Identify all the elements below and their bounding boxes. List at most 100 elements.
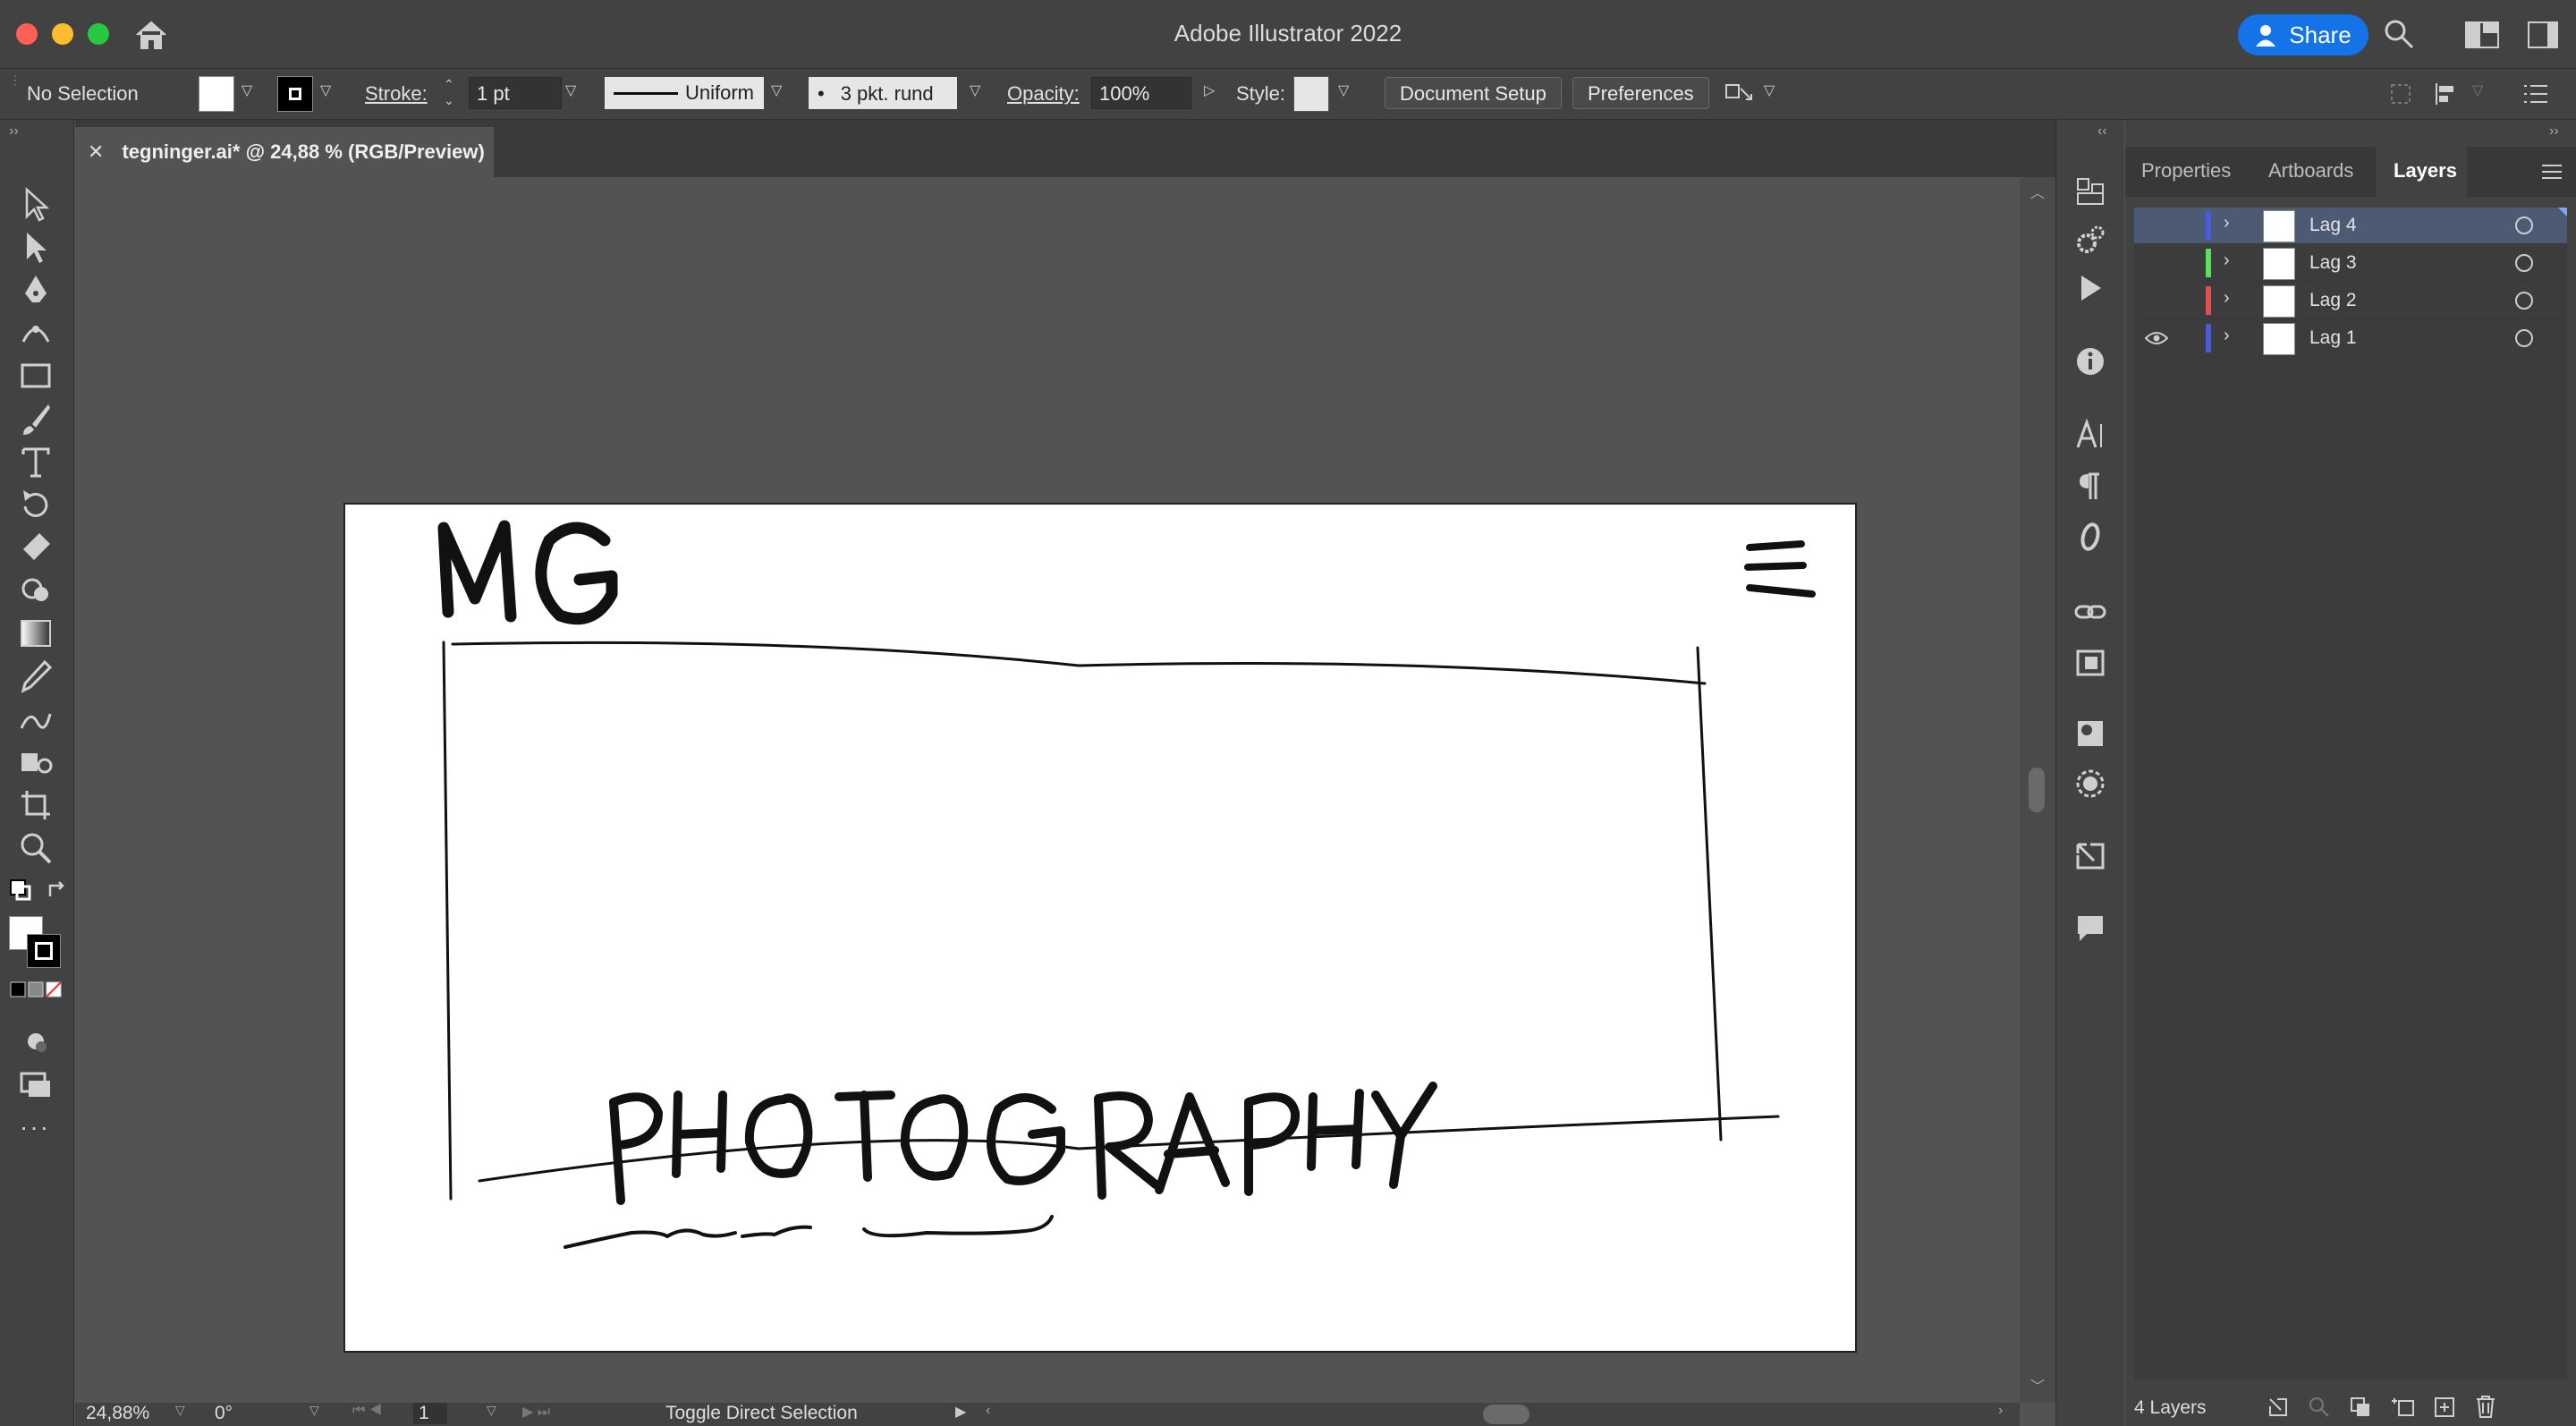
default-fill-stroke-icon[interactable] bbox=[9, 879, 32, 902]
pen-tool-icon[interactable] bbox=[18, 272, 54, 308]
opentype-icon[interactable] bbox=[2072, 519, 2108, 555]
comments-icon[interactable] bbox=[2072, 911, 2108, 946]
stroke-weight-input[interactable]: 1 pt bbox=[469, 77, 562, 109]
layer-name[interactable]: Lag 1 bbox=[2309, 327, 2357, 349]
blend-tool-icon[interactable] bbox=[18, 701, 54, 737]
expand-dock-icon[interactable]: ‹‹ bbox=[2097, 123, 2107, 140]
last-artboard-icon[interactable]: ▶ ⏭ bbox=[522, 1403, 550, 1421]
tab-properties[interactable]: Properties bbox=[2141, 159, 2231, 182]
selection-tool-icon[interactable] bbox=[18, 186, 54, 222]
close-tab-icon[interactable]: ✕ bbox=[88, 140, 104, 164]
screen-mode-icon[interactable] bbox=[18, 1066, 54, 1102]
rotation-value[interactable]: 0° bbox=[215, 1403, 233, 1424]
paragraph-icon[interactable] bbox=[2072, 469, 2108, 505]
expand-layer-icon[interactable]: › bbox=[2224, 288, 2230, 309]
shape-builder-tool-icon[interactable] bbox=[18, 573, 54, 608]
opacity-label[interactable]: Opacity: bbox=[1007, 82, 1080, 106]
canvas-area[interactable] bbox=[75, 177, 2020, 1403]
workspace-layout-icon[interactable] bbox=[2465, 21, 2499, 48]
document-setup-button[interactable]: Document Setup bbox=[1385, 77, 1562, 109]
opacity-input[interactable]: 100% bbox=[1091, 77, 1191, 109]
layer-row[interactable]: › Lag 2 bbox=[2134, 283, 2567, 319]
layer-name[interactable]: Lag 3 bbox=[2309, 252, 2357, 274]
horizontal-scroll-thumb[interactable] bbox=[1483, 1405, 1530, 1424]
variable-width-profile-select[interactable]: Uniform bbox=[605, 77, 764, 109]
vertical-scroll-thumb[interactable] bbox=[2029, 768, 2045, 812]
zoom-chevron-icon[interactable]: ▽ bbox=[175, 1403, 185, 1418]
stroke-dropdown-chevron-icon[interactable]: ▽ bbox=[320, 81, 331, 99]
fill-dropdown-chevron-icon[interactable]: ▽ bbox=[242, 81, 252, 99]
layer-name[interactable]: Lag 2 bbox=[2309, 290, 2357, 311]
eyedropper-tool-icon[interactable] bbox=[18, 658, 54, 694]
links-icon[interactable] bbox=[2072, 594, 2108, 630]
profile-chevron-icon[interactable]: ▽ bbox=[771, 81, 782, 99]
new-sublayer-icon[interactable] bbox=[2390, 1396, 2417, 1419]
stroke-color-indicator[interactable] bbox=[27, 934, 61, 968]
scroll-right-icon[interactable]: › bbox=[1998, 1403, 2003, 1419]
stroke-label[interactable]: Stroke: bbox=[365, 82, 428, 106]
expand-layer-icon[interactable]: › bbox=[2224, 213, 2230, 233]
direct-selection-tool-icon[interactable] bbox=[18, 229, 54, 265]
collapse-toolbar-icon[interactable]: ›› bbox=[9, 123, 19, 140]
gears-icon[interactable] bbox=[2072, 222, 2108, 258]
locate-object-icon[interactable] bbox=[2308, 1396, 2331, 1419]
sketch-artwork[interactable] bbox=[345, 505, 1855, 1351]
share-button[interactable]: Share bbox=[2238, 14, 2368, 55]
brush-chevron-icon[interactable]: ▽ bbox=[970, 81, 980, 99]
appearance-icon[interactable] bbox=[2072, 766, 2108, 802]
symbol-sprayer-tool-icon[interactable] bbox=[18, 744, 54, 780]
layer-target-icon[interactable] bbox=[2515, 329, 2533, 347]
rotate-tool-icon[interactable] bbox=[18, 487, 54, 522]
libraries-icon[interactable] bbox=[2072, 644, 2108, 680]
type-tool-icon[interactable] bbox=[18, 444, 54, 480]
vertical-scrollbar[interactable]: ︿ ﹀ bbox=[2020, 177, 2055, 1403]
color-mode-icons[interactable] bbox=[9, 980, 63, 998]
stroke-weight-chevron-icon[interactable]: ▽ bbox=[565, 81, 576, 99]
artboard-tool-icon[interactable] bbox=[18, 787, 54, 823]
export-icon[interactable] bbox=[2072, 837, 2108, 873]
collapse-panel-icon[interactable]: ›› bbox=[2549, 123, 2559, 140]
rectangle-tool-icon[interactable] bbox=[18, 358, 54, 394]
curvature-tool-icon[interactable] bbox=[18, 315, 54, 351]
info-icon[interactable] bbox=[2072, 344, 2108, 379]
brush-definition-select[interactable]: • 3 pkt. rund bbox=[809, 77, 957, 109]
scroll-down-icon[interactable]: ﹀ bbox=[2030, 1374, 2045, 1396]
expand-layer-icon[interactable]: › bbox=[2224, 250, 2230, 271]
style-chevron-icon[interactable]: ▽ bbox=[1338, 81, 1349, 99]
rotation-chevron-icon[interactable]: ▽ bbox=[309, 1403, 319, 1418]
new-layer-icon[interactable] bbox=[2433, 1396, 2456, 1419]
opacity-arrow-icon[interactable]: ▷ bbox=[1204, 81, 1215, 99]
layer-row[interactable]: › Lag 3 bbox=[2134, 245, 2567, 282]
draw-mode-icon[interactable] bbox=[18, 1023, 54, 1059]
zoom-tool-icon[interactable] bbox=[18, 830, 54, 866]
layer-target-icon[interactable] bbox=[2515, 292, 2533, 310]
search-icon[interactable] bbox=[2383, 18, 2415, 50]
preferences-button[interactable]: Preferences bbox=[1572, 77, 1709, 109]
symbols-icon[interactable] bbox=[2072, 716, 2108, 751]
layer-row[interactable]: › Lag 4 bbox=[2134, 208, 2567, 244]
artboard[interactable] bbox=[343, 503, 1857, 1353]
zoom-level[interactable]: 24,88% bbox=[86, 1403, 149, 1424]
actions-play-icon[interactable] bbox=[2072, 270, 2108, 306]
arrange-icon[interactable] bbox=[1724, 80, 1757, 108]
panel-menu-icon[interactable] bbox=[2540, 163, 2563, 181]
control-bar-menu-icon[interactable] bbox=[2522, 83, 2549, 105]
tab-layers[interactable]: Layers bbox=[2394, 159, 2457, 182]
tab-artboards[interactable]: Artboards bbox=[2268, 159, 2353, 182]
layer-name[interactable]: Lag 4 bbox=[2309, 215, 2357, 236]
transform-icon[interactable] bbox=[2388, 81, 2413, 106]
layer-target-icon[interactable] bbox=[2515, 216, 2533, 234]
character-icon[interactable] bbox=[2072, 417, 2108, 453]
layer-target-icon[interactable] bbox=[2515, 254, 2533, 272]
align-chevron-icon[interactable]: ▽ bbox=[2472, 81, 2483, 99]
visibility-eye-icon[interactable] bbox=[2145, 331, 2168, 345]
document-tab[interactable]: ✕ tegninger.ai* @ 24,88 % (RGB/Preview) bbox=[75, 127, 494, 177]
graphic-style-swatch[interactable] bbox=[1293, 76, 1329, 112]
gradient-tool-icon[interactable] bbox=[18, 615, 54, 651]
artboard-number-input[interactable]: 1 bbox=[413, 1403, 447, 1424]
edit-toolbar-icon[interactable]: ··· bbox=[20, 1113, 50, 1142]
expand-layer-icon[interactable]: › bbox=[2224, 326, 2230, 346]
status-menu-arrow-icon[interactable]: ▶ bbox=[955, 1403, 966, 1421]
arrange-chevron-icon[interactable]: ▽ bbox=[1764, 81, 1775, 99]
asset-export-icon[interactable] bbox=[2072, 174, 2108, 209]
